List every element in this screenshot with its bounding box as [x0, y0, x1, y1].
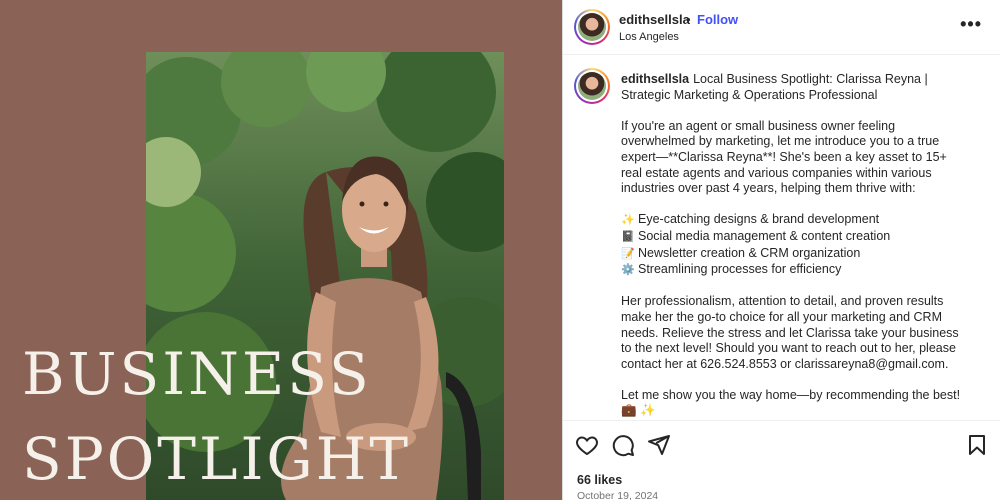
- notebook-icon: 📓: [621, 230, 635, 243]
- post-actions: 66 likes October 19, 2024: [563, 420, 1000, 500]
- comment-icon[interactable]: [611, 433, 635, 457]
- caption-headline: edithsellsla Local Business Spotlight: Cl…: [621, 72, 966, 103]
- service-item: 📝 Newsletter creation & CRM organization: [621, 246, 860, 260]
- sparkles-icon: ✨: [621, 214, 635, 227]
- more-horizontal-icon[interactable]: •••: [960, 14, 982, 35]
- service-item: ✨ Eye-catching designs & brand developmen…: [621, 212, 879, 226]
- header-username[interactable]: edithsellsla: [619, 12, 690, 27]
- service-item: ⚙️ Streamlining processes for efficiency: [621, 262, 841, 276]
- services-list: ✨ Eye-catching designs & brand developmen…: [621, 212, 966, 278]
- post-media[interactable]: BUSINESS SPOTLIGHT: [0, 0, 562, 500]
- caption-closing: Her professionalism, attention to detail…: [621, 294, 959, 371]
- follow-button[interactable]: Follow: [697, 12, 738, 27]
- post-caption: edithsellsla Local Business Spotlight: Cl…: [621, 72, 966, 435]
- avatar[interactable]: [574, 9, 610, 45]
- post-header: edithsellsla • Follow Los Angeles •••: [563, 0, 1000, 55]
- memo-icon: 📝: [621, 247, 635, 260]
- service-item: 📓 Social media management & content creat…: [621, 229, 890, 243]
- caption-avatar[interactable]: [574, 68, 610, 104]
- caption-signoff: Let me show you the way home—by recommen…: [621, 387, 961, 418]
- bookmark-icon[interactable]: [965, 433, 989, 457]
- post-sidebar: edithsellsla • Follow Los Angeles ••• ed…: [562, 0, 1000, 500]
- share-icon[interactable]: [647, 433, 671, 457]
- overlay-title-line1: BUSINESS: [22, 340, 372, 408]
- caption-intro: If you're an agent or small business own…: [621, 118, 947, 196]
- likes-count[interactable]: 66 likes: [577, 473, 622, 487]
- caption-username[interactable]: edithsellsla: [621, 72, 689, 86]
- separator-dot: •: [686, 12, 691, 27]
- gear-icon: ⚙️: [621, 264, 635, 277]
- overlay-title-line2: SPOTLIGHT: [22, 425, 412, 493]
- post-date[interactable]: October 19, 2024: [577, 490, 658, 500]
- location-link[interactable]: Los Angeles: [619, 31, 679, 43]
- heart-icon[interactable]: [575, 433, 599, 457]
